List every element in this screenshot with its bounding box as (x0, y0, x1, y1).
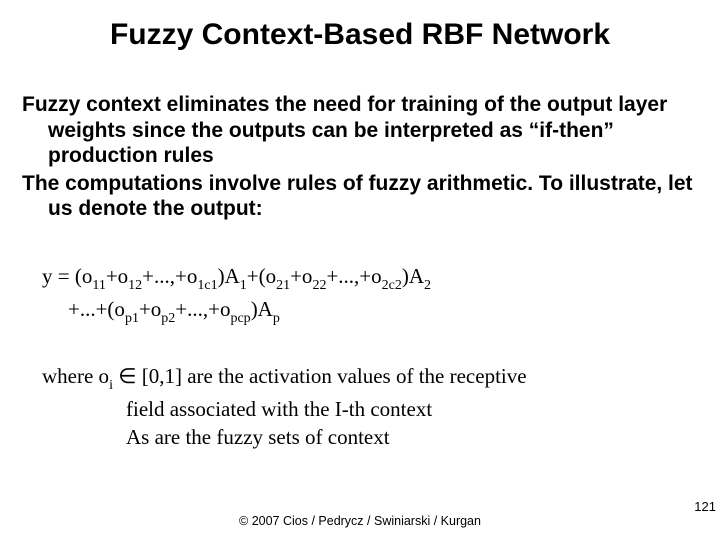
eq-frag: )A (402, 264, 424, 288)
eq-frag: +o (290, 264, 312, 288)
eq-frag: +(o (247, 264, 276, 288)
paragraph-2: The computations involve rules of fuzzy … (22, 171, 698, 222)
paragraph-1: Fuzzy context eliminates the need for tr… (22, 92, 698, 169)
eq-frag: +o (106, 264, 128, 288)
equation-line-2: +...+(op1+op2+...,+opcp)Ap (42, 295, 682, 328)
eq-frag: +o (139, 297, 161, 321)
equation-line-1: y = (o11+o12+...,+o1c1)A1+(o21+o22+...,+… (42, 262, 682, 295)
eq-sub: p (273, 311, 280, 326)
where-block: where oi ∈ [0,1] are the activation valu… (42, 362, 682, 452)
eq-sub: 21 (276, 278, 290, 293)
eq-frag: y = (o (42, 264, 92, 288)
eq-frag: +...+(o (68, 297, 125, 321)
eq-frag: +...,+o (326, 264, 381, 288)
eq-sub: 12 (128, 278, 142, 293)
where-frag: where o (42, 364, 109, 388)
eq-frag: +...,+o (175, 297, 230, 321)
eq-frag: )A (251, 297, 273, 321)
footer-copyright: © 2007 Cios / Pedrycz / Swiniarski / Kur… (0, 514, 720, 528)
eq-sub: 22 (312, 278, 326, 293)
eq-frag: +...,+o (142, 264, 197, 288)
where-line-3: As are the fuzzy sets of context (42, 423, 682, 451)
page-number: 121 (694, 499, 716, 514)
eq-sub: pcp (230, 311, 250, 326)
eq-sub: 2c2 (382, 278, 402, 293)
eq-sub: 2 (424, 278, 431, 293)
equation-block: y = (o11+o12+...,+o1c1)A1+(o21+o22+...,+… (42, 262, 682, 328)
eq-frag: )A (218, 264, 240, 288)
body-text: Fuzzy context eliminates the need for tr… (22, 92, 698, 224)
slide: Fuzzy Context-Based RBF Network Fuzzy co… (0, 0, 720, 540)
eq-sub: 1c1 (197, 278, 217, 293)
eq-sub: p1 (125, 311, 139, 326)
eq-sub: p2 (161, 311, 175, 326)
where-line-1: where oi ∈ [0,1] are the activation valu… (42, 362, 682, 395)
where-sub: i (109, 378, 113, 393)
where-line-2: field associated with the I-th context (42, 395, 682, 423)
slide-title: Fuzzy Context-Based RBF Network (0, 18, 720, 52)
eq-sub: 1 (240, 278, 247, 293)
eq-sub: 11 (92, 278, 105, 293)
where-frag: ∈ [0,1] are the activation values of the… (113, 364, 527, 388)
